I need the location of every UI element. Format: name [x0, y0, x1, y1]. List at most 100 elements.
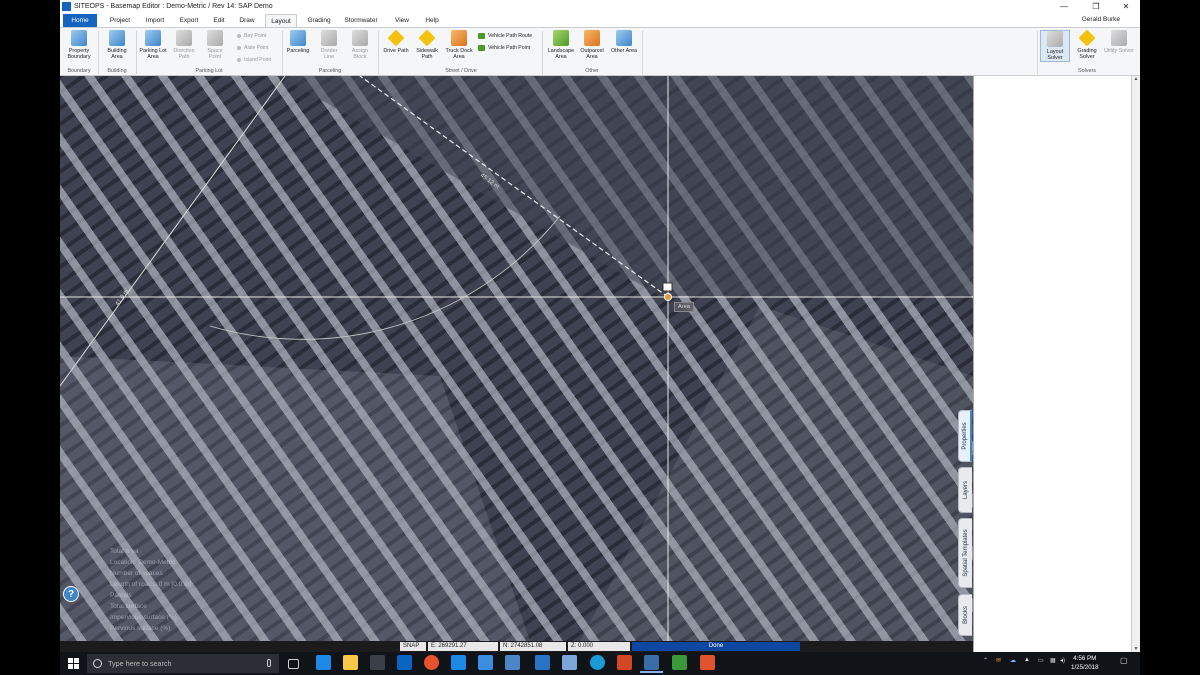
clock-time: 4:56 PM [1073, 655, 1097, 662]
battery-icon[interactable]: ▭ [1038, 657, 1044, 664]
divider-line-button[interactable]: Divider Line [316, 30, 342, 60]
landscape-area-button[interactable]: Landscape Area [544, 30, 578, 60]
file-explorer-icon[interactable] [343, 655, 358, 670]
vehicle-path-point-icon [478, 45, 485, 51]
tab-view[interactable]: View [391, 14, 413, 27]
network-app-icon[interactable] [505, 655, 520, 670]
assign-block-button[interactable]: Assign Block [347, 30, 373, 60]
internet-explorer-icon[interactable] [451, 655, 466, 670]
taskbar-search[interactable]: Type here to search [87, 654, 279, 673]
truck-dock-area-button[interactable]: Truck Dock Area [444, 30, 474, 60]
tab-spatial-templates-label: Spatial Templates [962, 529, 969, 577]
recorder-icon[interactable] [700, 655, 715, 670]
island-point-button[interactable]: Island Point [237, 57, 271, 63]
boundary-icon [71, 30, 87, 46]
group-label-parceling: Parceling [318, 68, 342, 74]
tab-help[interactable]: Help [421, 14, 443, 27]
network-icon[interactable]: ▦ [1050, 657, 1056, 664]
property-boundary-label: Property Boundary [67, 48, 91, 60]
skype-icon[interactable] [590, 655, 605, 670]
bay-point-button[interactable]: Bay Point [237, 33, 266, 39]
tab-layers-label: Layers [962, 480, 969, 500]
vehicle-path-point-button[interactable]: Vehicle Path Point [478, 45, 530, 51]
utility-solver-label: Utility Solver [1104, 48, 1134, 54]
drive-tray-icon[interactable]: ▲ [1024, 657, 1030, 663]
tab-export[interactable]: Export [174, 14, 204, 27]
scroll-up-icon[interactable]: ▲ [1132, 76, 1140, 82]
help-button[interactable]: ? [63, 586, 79, 602]
group-separator [282, 31, 283, 74]
task-view-icon[interactable] [288, 659, 299, 669]
building-area-button[interactable]: Building Area [102, 30, 132, 60]
other-area-button[interactable]: Other Area [610, 30, 638, 54]
tab-import[interactable]: Import [140, 14, 170, 27]
parceling-button[interactable]: Parceling [284, 30, 312, 54]
tab-layers[interactable]: Layers [958, 467, 972, 513]
divider-line-label: Divider Line [320, 48, 338, 60]
outlook-icon[interactable] [397, 655, 412, 670]
direction-path-button[interactable]: Direction Path [170, 30, 198, 60]
parking-lot-area-label: Parking Lot Area [139, 48, 167, 60]
tab-spatial-templates[interactable]: Spatial Templates [958, 518, 972, 588]
aerial-block-right [580, 306, 973, 641]
microphone-icon[interactable] [267, 659, 271, 667]
window-title: SITEOPS - Basemap Editor : Demo-Metric /… [74, 3, 273, 10]
user-name[interactable]: Gerald Burke [1082, 16, 1120, 23]
group-separator [1037, 31, 1038, 74]
tab-stormwater[interactable]: Stormwater [341, 14, 381, 27]
mail-tray-icon[interactable]: ✉ [996, 657, 1001, 664]
powerpoint-icon[interactable] [617, 655, 632, 670]
tray-chevron-icon[interactable]: ⌃ [983, 657, 988, 664]
snap-toggle[interactable]: SNAP [400, 642, 426, 651]
panel-scrollbar[interactable]: ▲ ▼ [1131, 76, 1140, 652]
sidewalk-path-button[interactable]: Sidewalk Path [412, 29, 442, 60]
drive-path-button[interactable]: Drive Path [382, 29, 410, 54]
group-separator [642, 31, 643, 74]
store-icon[interactable] [370, 655, 385, 670]
menu-tabs: Home Project Import Export Edit Draw Lay… [60, 13, 1140, 27]
autodesk-icon[interactable] [535, 655, 550, 670]
building-area-label: Building Area [107, 48, 127, 60]
tool-icon[interactable] [562, 655, 577, 670]
tab-blocks[interactable]: Blocks [958, 594, 972, 636]
outparcel-area-label: Outparcel Area [580, 48, 604, 60]
start-button[interactable] [68, 658, 79, 669]
grading-solver-icon [1078, 29, 1096, 47]
chrome-icon[interactable] [424, 655, 439, 670]
aisle-point-button[interactable]: Aisle Point [237, 45, 269, 51]
minimize-button[interactable]: — [1050, 0, 1078, 13]
tab-grading[interactable]: Grading [302, 14, 336, 27]
layout-solver-button[interactable]: Layout Solver [1040, 30, 1070, 62]
tab-blocks-label: Blocks [962, 606, 969, 624]
property-boundary-button[interactable]: Property Boundary [63, 30, 95, 60]
ribbon: Property Boundary Boundary Building Area… [60, 27, 1140, 76]
tab-edit[interactable]: Edit [208, 14, 230, 27]
onedrive-icon[interactable]: ☁ [1010, 657, 1016, 664]
edge-icon[interactable] [316, 655, 331, 670]
group-label-boundary: Boundary [67, 68, 91, 74]
info-line: Length of roads: 0 m [0.0 m] [110, 581, 192, 588]
telegram-icon[interactable] [478, 655, 493, 670]
parking-lot-area-button[interactable]: Parking Lot Area [139, 30, 167, 60]
search-placeholder: Type here to search [108, 659, 172, 668]
space-point-button[interactable]: Space Point [201, 30, 229, 60]
tab-home[interactable]: Home [63, 14, 97, 27]
bay-point-icon [237, 34, 241, 38]
outparcel-area-button[interactable]: Outparcel Area [577, 30, 607, 60]
properties-panel[interactable]: ▲ ▼ [973, 76, 1140, 652]
tab-project[interactable]: Project [105, 14, 135, 27]
volume-icon[interactable]: ◂) [1060, 657, 1065, 664]
system-clock[interactable]: 4:56 PM 1/25/2018 [1071, 654, 1099, 672]
camtasia-icon[interactable] [672, 655, 687, 670]
tab-layout[interactable]: Layout [265, 14, 297, 27]
close-button[interactable]: ✕ [1112, 0, 1140, 13]
notifications-icon[interactable]: ▢ [1120, 656, 1128, 665]
restore-button[interactable]: ❐ [1082, 0, 1110, 13]
vehicle-path-route-button[interactable]: Vehicle Path Route [478, 33, 532, 39]
utility-solver-button[interactable]: Utility Solver [1104, 30, 1134, 54]
grading-solver-button[interactable]: Grading Solver [1072, 29, 1102, 60]
tab-properties[interactable]: Properties [958, 410, 972, 462]
tab-draw[interactable]: Draw [234, 14, 260, 27]
map-canvas[interactable]: 45.12 m 41.0 m Area Total area Location:… [60, 76, 973, 641]
siteops-taskbar-icon[interactable] [640, 655, 663, 673]
